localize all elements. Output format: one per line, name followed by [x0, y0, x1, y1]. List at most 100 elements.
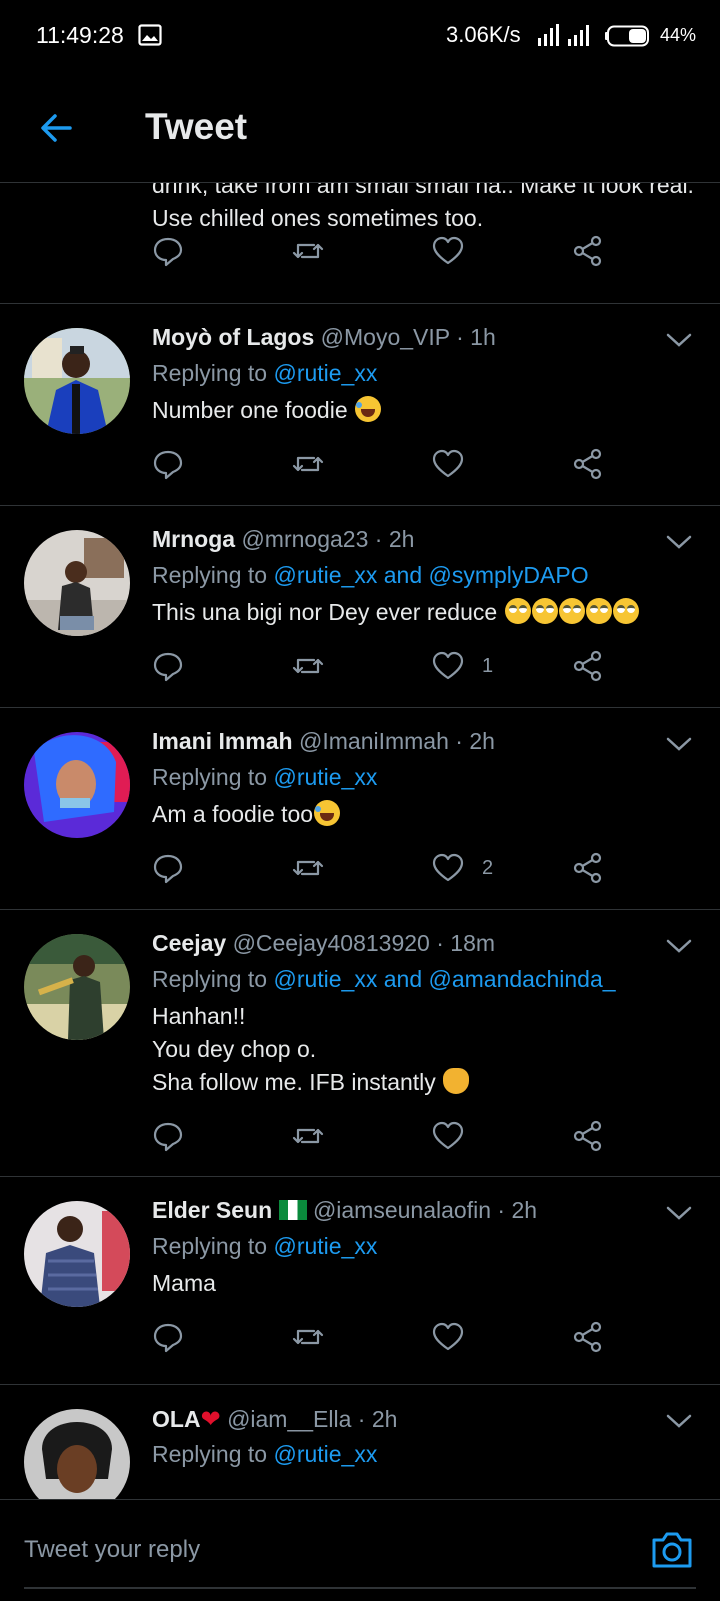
tweet-actions: 2 — [152, 850, 622, 890]
retweet-icon — [292, 1329, 324, 1345]
like-button[interactable]: 1 — [432, 648, 493, 684]
replying-prefix: Replying to — [152, 1233, 268, 1259]
retweet-button[interactable] — [292, 648, 324, 684]
author-name[interactable]: Imani Immah — [152, 728, 293, 754]
tweet-actions — [152, 233, 622, 273]
reply-button[interactable] — [152, 233, 184, 269]
like-count: 1 — [482, 654, 494, 677]
reply-button[interactable] — [152, 446, 184, 482]
author-handle[interactable]: @iamseunalaofin — [313, 1197, 491, 1223]
share-icon — [573, 235, 602, 267]
back-arrow-icon[interactable] — [36, 108, 76, 148]
like-button[interactable] — [432, 446, 482, 482]
author-handle[interactable]: @ImaniImmah — [299, 728, 449, 754]
replying-prefix: Replying to — [152, 966, 268, 992]
replying-to-link[interactable]: @rutie_xx — [273, 1233, 377, 1259]
share-icon — [573, 1321, 602, 1353]
chevron-down-icon[interactable] — [664, 1411, 694, 1431]
reply-button[interactable] — [152, 1118, 184, 1154]
author-handle[interactable]: @iam__Ella — [227, 1406, 351, 1432]
tweet-text: This una bigi nor Dey ever reduce — [152, 599, 498, 625]
author-name[interactable]: OLA — [152, 1406, 201, 1432]
camera-icon[interactable] — [650, 1530, 694, 1570]
tweet-time: · 2h — [357, 1406, 398, 1432]
like-button[interactable] — [432, 233, 464, 269]
like-button[interactable] — [432, 1319, 482, 1355]
share-button[interactable] — [572, 233, 604, 269]
retweet-button[interactable] — [292, 850, 324, 886]
reply-tweet[interactable]: OLA❤ @iam__Ella · 2h Replying to @rutie_… — [0, 1384, 720, 1499]
like-icon — [432, 449, 464, 478]
author-name[interactable]: Mrnoga — [152, 526, 235, 552]
reply-tweet[interactable]: Elder Seun @iamseunalaofin · 2h Replying… — [0, 1176, 720, 1385]
eye-roll-emoji-icon — [612, 598, 639, 624]
author-handle[interactable]: @Ceejay40813920 — [233, 930, 430, 956]
battery-icon — [605, 25, 649, 47]
avatar-image — [24, 530, 130, 636]
share-button[interactable] — [572, 1118, 604, 1154]
tweet-text: Hanhan!! You dey chop o. Sha follow me. … — [152, 1003, 436, 1095]
tweet-meta: Moyò of Lagos @Moyo_VIP · 1h — [152, 324, 496, 351]
tweet-meta: Mrnoga @mrnoga23 · 2h — [152, 526, 414, 553]
retweet-icon — [292, 658, 324, 674]
reply-feed[interactable]: drink, take from am small small na.. Mak… — [0, 183, 720, 1499]
retweet-button[interactable] — [292, 446, 324, 482]
replying-to-link[interactable]: @rutie_xx and @amandachinda_ — [273, 966, 615, 992]
avatar[interactable] — [24, 732, 130, 838]
tweet-text: Number one foodie — [152, 397, 348, 423]
laughing-emoji-icon — [314, 800, 341, 826]
reply-button[interactable] — [152, 648, 184, 684]
chevron-down-icon[interactable] — [664, 936, 694, 956]
like-button[interactable] — [432, 1118, 482, 1154]
replying-to: Replying to @rutie_xx — [152, 1233, 377, 1260]
author-name[interactable]: Ceejay — [152, 930, 226, 956]
chevron-down-icon[interactable] — [664, 532, 694, 552]
share-button[interactable] — [572, 446, 604, 482]
replying-to-link[interactable]: @rutie_xx — [273, 1441, 377, 1467]
handshake-emoji-icon — [443, 1068, 470, 1094]
like-button[interactable]: 2 — [432, 850, 493, 886]
author-name[interactable]: Moyò of Lagos — [152, 324, 314, 350]
replying-to-link[interactable]: @rutie_xx and @symplyDAPO — [273, 562, 588, 588]
author-name[interactable]: Elder Seun — [152, 1197, 272, 1223]
share-button[interactable] — [572, 850, 604, 886]
avatar[interactable] — [24, 1201, 130, 1307]
retweet-button[interactable] — [292, 1319, 324, 1355]
tweet-actions — [152, 1118, 622, 1158]
reply-tweet[interactable]: Ceejay @Ceejay40813920 · 18m Replying to… — [0, 909, 720, 1177]
tweet-body: drink, take from am small small na.. Mak… — [152, 183, 694, 231]
reply-icon — [153, 450, 183, 480]
like-icon — [432, 1121, 464, 1150]
retweet-button[interactable] — [292, 233, 324, 269]
signal-icon — [538, 24, 589, 46]
avatar-image — [24, 1409, 130, 1499]
avatar[interactable] — [24, 1409, 130, 1499]
avatar[interactable] — [24, 934, 130, 1040]
reply-input[interactable]: Tweet your reply — [24, 1536, 200, 1564]
chevron-down-icon[interactable] — [664, 330, 694, 350]
chevron-down-icon[interactable] — [664, 1203, 694, 1223]
reply-tweet[interactable]: Moyò of Lagos @Moyo_VIP · 1h Replying to… — [0, 303, 720, 506]
avatar[interactable] — [24, 530, 130, 636]
share-button[interactable] — [572, 648, 604, 684]
author-handle[interactable]: @mrnoga23 — [241, 526, 368, 552]
share-icon — [573, 448, 602, 480]
reply-button[interactable] — [152, 850, 184, 886]
replying-prefix: Replying to — [152, 360, 268, 386]
retweet-button[interactable] — [292, 1118, 324, 1154]
replying-to-link[interactable]: @rutie_xx — [273, 764, 377, 790]
reply-tweet[interactable]: Mrnoga @mrnoga23 · 2h Replying to @rutie… — [0, 505, 720, 708]
battery-percent: 44% — [660, 25, 697, 45]
reply-tweet[interactable]: Imani Immah @ImaniImmah · 2h Replying to… — [0, 707, 720, 910]
eye-roll-emoji-icon — [504, 598, 531, 624]
tweet-actions — [152, 1319, 622, 1359]
replying-to-link[interactable]: @rutie_xx — [273, 360, 377, 386]
author-handle[interactable]: @Moyo_VIP — [321, 324, 450, 350]
avatar[interactable] — [24, 328, 130, 434]
tweet-body: Hanhan!! You dey chop o. Sha follow me. … — [152, 1000, 470, 1099]
tweet-meta: Imani Immah @ImaniImmah · 2h — [152, 728, 495, 755]
chevron-down-icon[interactable] — [664, 734, 694, 754]
tweet-time: · 1h — [456, 324, 496, 350]
reply-button[interactable] — [152, 1319, 184, 1355]
share-button[interactable] — [572, 1319, 604, 1355]
